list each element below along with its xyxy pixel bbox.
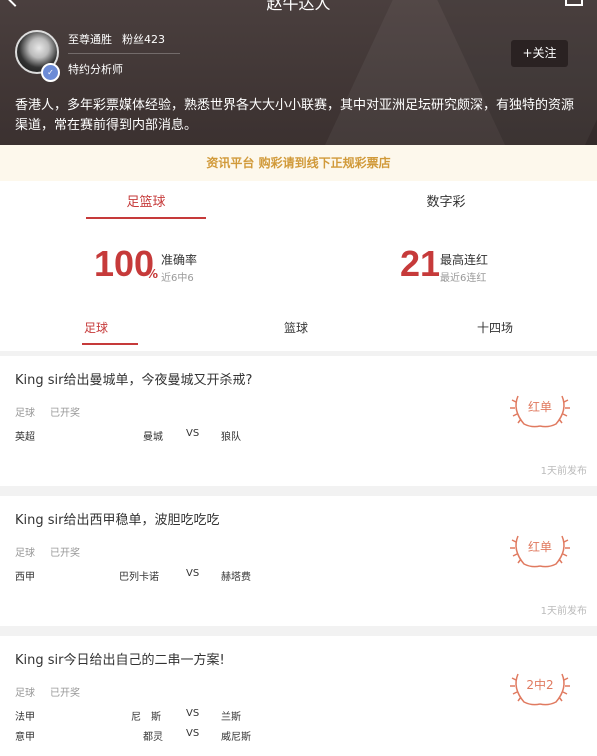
stats-panel: 足篮球 数字彩 100 % 准确率 近6中6 21 最高连红 最近6连红 足球 …: [0, 181, 597, 351]
subtab-basketball[interactable]: 篮球: [284, 319, 308, 336]
vs-label: VS: [186, 568, 200, 579]
home-team: 巴列卡诺: [119, 572, 159, 583]
away-team: 赫塔费: [221, 572, 251, 583]
profile-header: 赵牛达人 ✓ 至尊通胜 粉丝423 特约分析师 +关注 香港人，多年彩票媒体经验…: [0, 0, 597, 145]
fans-count: 粉丝423: [122, 33, 165, 46]
result-stamp: 红单: [527, 540, 552, 554]
prediction-card[interactable]: King sir给出曼城单，今夜曼城又开杀戒? 足球 已开奖 英超 曼城 VS …: [0, 356, 597, 486]
home-team: 都灵: [143, 732, 163, 743]
card-title: King sir给出西甲稳单，波胆吃吃吃: [15, 513, 220, 528]
prediction-card[interactable]: King sir给出西甲稳单，波胆吃吃吃 足球 已开奖 西甲 巴列卡诺 VS 赫…: [0, 496, 597, 626]
active-tab-indicator: [86, 217, 206, 219]
league: 法甲: [15, 712, 35, 723]
publish-time: 1天前发布: [540, 466, 587, 477]
league: 西甲: [15, 572, 35, 583]
league: 意甲: [15, 732, 35, 743]
card-title: King sir给出曼城单，今夜曼城又开杀戒?: [15, 373, 253, 388]
result-stamp: 2中2: [526, 678, 554, 692]
active-subtab-indicator: [82, 343, 138, 345]
follow-button[interactable]: +关注: [511, 40, 568, 67]
vs-label: VS: [186, 428, 200, 439]
verified-badge-icon: ✓: [41, 63, 60, 82]
vs-label: VS: [186, 708, 200, 719]
status-tag: 已开奖: [50, 408, 80, 419]
divider: [68, 53, 180, 54]
user-bio: 香港人，多年彩票媒体经验，熟悉世界各大大小小联赛，其中对亚洲足坛研究颇深，有独特…: [15, 98, 575, 133]
streak-sub: 最近6连红: [440, 273, 487, 284]
notice-banner: 资讯平台 购彩请到线下正规彩票店: [0, 145, 597, 181]
accuracy-label: 准确率: [161, 253, 198, 267]
away-team: 威尼斯: [221, 732, 251, 743]
result-stamp: 红单: [527, 400, 552, 414]
laurel-stamp-icon: 2中2: [508, 666, 572, 710]
streak-label: 最高连红: [440, 253, 489, 267]
streak-value: 21: [400, 243, 441, 284]
sport-tag: 足球: [15, 688, 35, 699]
accuracy-sub: 近6中6: [161, 273, 194, 284]
home-team: 曼城: [143, 432, 163, 443]
tab-football-basketball[interactable]: 足篮球: [86, 191, 206, 210]
status-tag: 已开奖: [50, 688, 80, 699]
subtab-fourteen[interactable]: 十四场: [477, 319, 513, 336]
status-tag: 已开奖: [50, 548, 80, 559]
sport-tag: 足球: [15, 408, 35, 419]
laurel-stamp-icon: 红单: [508, 528, 572, 572]
card-title: King sir今日给出自己的二串一方案!: [15, 653, 225, 668]
laurel-stamp-icon: 红单: [508, 388, 572, 432]
vs-label: VS: [186, 728, 200, 739]
user-name: 至尊通胜: [68, 33, 112, 46]
subtab-football[interactable]: 足球: [84, 319, 108, 336]
league: 英超: [15, 432, 35, 443]
publish-time: 1天前发布: [540, 606, 587, 617]
prediction-card[interactable]: King sir今日给出自己的二串一方案! 足球 已开奖 法甲 尼 斯 VS 兰…: [0, 636, 597, 756]
user-role: 特约分析师: [68, 63, 123, 76]
home-team: 尼 斯: [131, 712, 161, 723]
sport-tag: 足球: [15, 548, 35, 559]
page-title: 赵牛达人: [266, 0, 331, 13]
share-icon[interactable]: [565, 0, 583, 6]
away-team: 兰斯: [221, 712, 241, 723]
tab-digital-lottery[interactable]: 数字彩: [386, 191, 506, 210]
accuracy-unit: %: [146, 267, 159, 281]
away-team: 狼队: [221, 432, 241, 443]
